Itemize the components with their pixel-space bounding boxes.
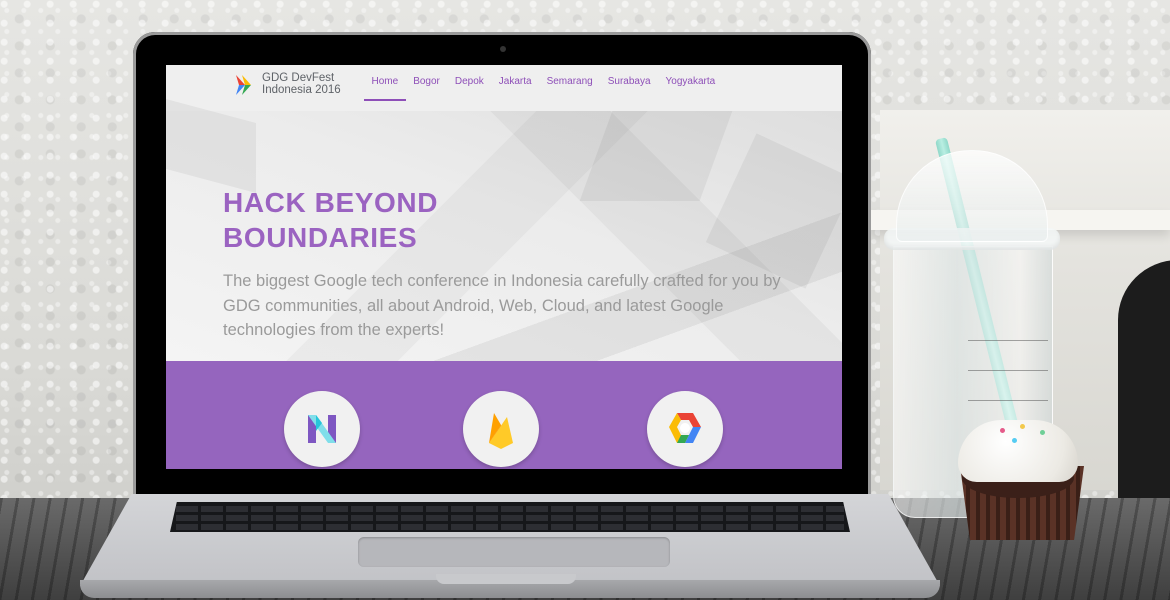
key-row [176, 524, 844, 530]
android-nougat-circle [284, 391, 360, 467]
hero-section: HACK BEYOND BOUNDARIES The biggest Googl… [166, 98, 842, 361]
lid-notch [436, 574, 576, 584]
firebase-icon [489, 413, 513, 449]
key-row [176, 515, 844, 521]
nav-item-jakarta[interactable]: Jakarta [491, 67, 539, 97]
hero-decor-shape [166, 98, 256, 194]
sprinkle [1000, 428, 1005, 433]
nav-item-semarang[interactable]: Semarang [539, 67, 600, 97]
trackpad [358, 537, 670, 567]
nav-item-home[interactable]: Home [364, 67, 406, 101]
hero-decor-shape [705, 133, 842, 289]
hero-title-line-1: HACK BEYOND [223, 187, 439, 218]
hero-title: HACK BEYOND BOUNDARIES [223, 185, 643, 255]
nav-links: Home Bogor Depok Jakarta Semarang Suraba… [364, 65, 723, 111]
cup-line [968, 340, 1048, 341]
webcam [500, 46, 506, 52]
nav-item-yogyakarta[interactable]: Yogyakarta [658, 67, 723, 97]
google-cloud-circle [647, 391, 723, 467]
key-row [176, 506, 844, 512]
hero-description: The biggest Google tech conference in In… [223, 272, 781, 339]
cup-line [968, 370, 1048, 371]
sprinkle [1012, 438, 1017, 443]
hero-title-line-2: BOUNDARIES [223, 222, 418, 253]
top-navbar: GDG DevFest Indonesia 2016 Home Bogor De… [166, 65, 842, 111]
sprinkle [1020, 424, 1025, 429]
android-nougat-icon [308, 415, 336, 443]
gdg-logo-icon[interactable] [236, 73, 252, 97]
nav-item-surabaya[interactable]: Surabaya [600, 67, 658, 97]
cupcake-frosting [958, 420, 1078, 482]
cup-line [968, 400, 1048, 401]
firebase-circle [463, 391, 539, 467]
nav-item-bogor[interactable]: Bogor [406, 67, 448, 97]
nav-item-depok[interactable]: Depok [447, 67, 491, 97]
sprinkle [1040, 430, 1045, 435]
laptop-screen: GDG DevFest Indonesia 2016 Home Bogor De… [166, 65, 842, 469]
google-cloud-icon [669, 413, 701, 443]
